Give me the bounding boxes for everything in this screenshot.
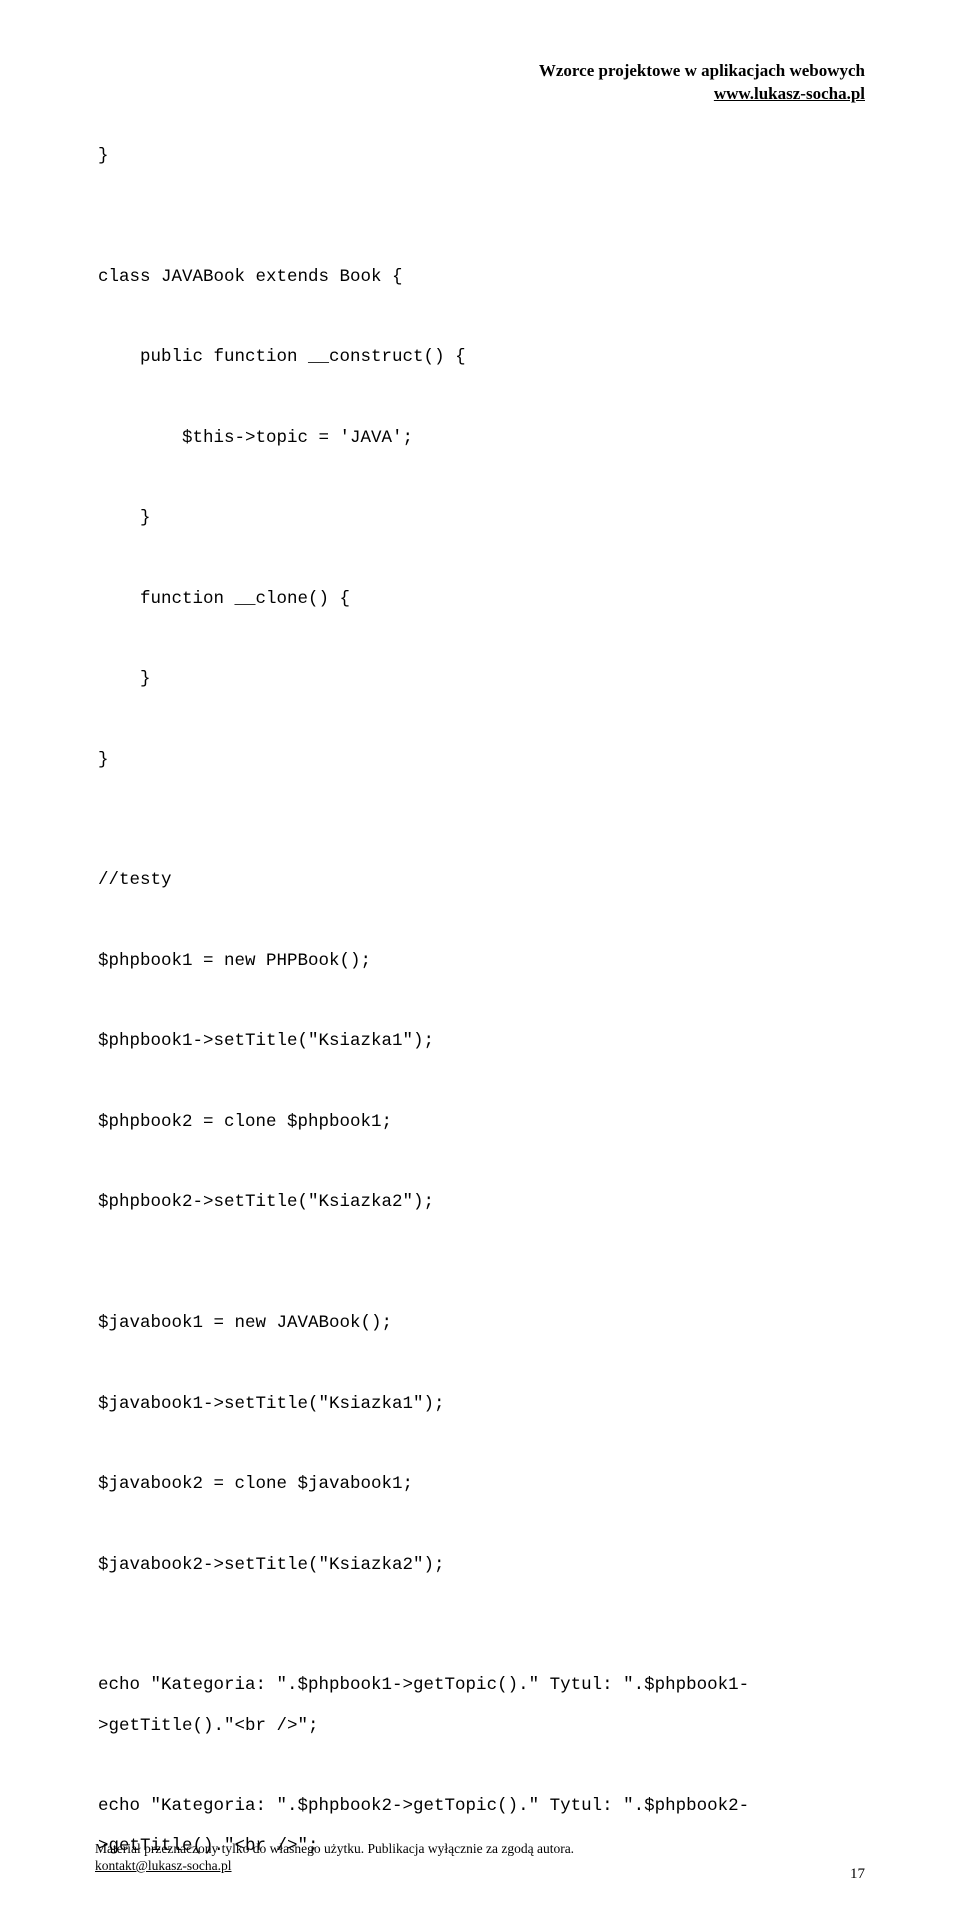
header-title: Wzorce projektowe w aplikacjach webowych xyxy=(95,60,865,83)
code-block: } class JAVABook extends Book { public f… xyxy=(95,136,865,1867)
document-page: Wzorce projektowe w aplikacjach webowych… xyxy=(0,0,960,1907)
page-number: 17 xyxy=(850,1866,865,1883)
page-footer: Materiał przeznaczony tylko do własnego … xyxy=(95,1840,865,1875)
page-header: Wzorce projektowe w aplikacjach webowych… xyxy=(95,60,865,106)
footer-email: kontakt@lukasz-socha.pl xyxy=(95,1858,232,1873)
header-url: www.lukasz-socha.pl xyxy=(95,83,865,106)
footer-text: Materiał przeznaczony tylko do własnego … xyxy=(95,1840,865,1858)
